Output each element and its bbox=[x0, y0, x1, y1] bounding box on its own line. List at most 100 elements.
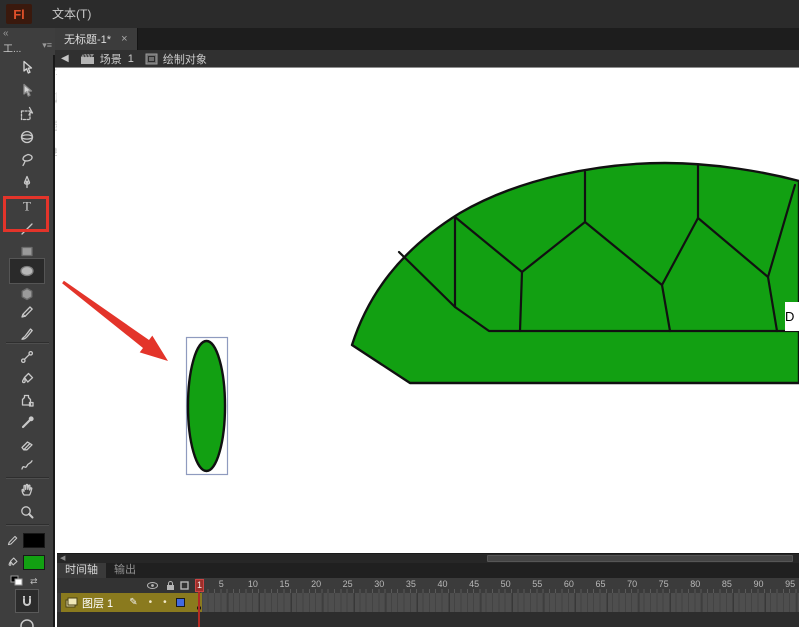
document-tab-title: 无标题-1* bbox=[64, 31, 111, 47]
subselection-arrow-icon bbox=[19, 83, 35, 99]
timeline-layer-row[interactable]: 图层 1 ✎ • • bbox=[57, 593, 799, 612]
clipped-tool-button[interactable] bbox=[19, 614, 35, 627]
horizontal-scrollbar[interactable]: ◀ bbox=[57, 553, 799, 563]
polystar-tool[interactable] bbox=[11, 284, 43, 304]
eraser-tool[interactable] bbox=[11, 435, 43, 455]
menu-bar: Fl 文件(F)编辑(E)视图(V)插入(I)修改(M)文本(T)命令(C)控制… bbox=[0, 0, 799, 28]
swap-colors-icon[interactable]: ⇄ bbox=[30, 576, 38, 587]
svg-text:T: T bbox=[23, 199, 31, 214]
eraser-icon bbox=[19, 437, 35, 453]
selection-tool[interactable] bbox=[11, 58, 43, 78]
stroke-pencil-icon bbox=[6, 534, 19, 547]
rectangle-tool-icon bbox=[19, 243, 35, 259]
drawing-object-icon bbox=[145, 53, 158, 65]
outline-view-icon[interactable] bbox=[179, 580, 190, 591]
layer-label[interactable]: 图层 1 ✎ • • bbox=[61, 593, 196, 612]
edit-bar: ◀ 场景 1 绘制对象 bbox=[55, 50, 799, 68]
text-tool-icon: T bbox=[19, 198, 35, 214]
subselection-tool[interactable] bbox=[11, 81, 43, 101]
layer-frames-strip[interactable] bbox=[196, 593, 799, 612]
hand-tool-icon bbox=[19, 482, 35, 498]
pencil-tool-icon bbox=[19, 304, 35, 320]
ink-bottle-tool[interactable] bbox=[11, 391, 43, 411]
close-tab-icon[interactable]: × bbox=[121, 33, 127, 45]
bone-tool-icon bbox=[19, 349, 35, 365]
timeline-panel: 时间轴 输出 510152025303540455055606570758085… bbox=[57, 563, 799, 627]
oval-tool[interactable] bbox=[9, 258, 45, 284]
panel-menu-icon[interactable]: ▾≡ bbox=[42, 40, 52, 51]
paint-bucket-tool[interactable] bbox=[11, 369, 43, 389]
app-logo: Fl bbox=[6, 4, 32, 24]
3d-rotation-globe-icon bbox=[19, 129, 35, 145]
brush-tool[interactable] bbox=[11, 324, 43, 344]
snap-magnet-icon bbox=[20, 594, 34, 608]
paint-bucket-icon bbox=[19, 371, 35, 387]
annotation-arrow bbox=[62, 281, 168, 361]
oval-tool-icon bbox=[19, 263, 35, 279]
line-tool[interactable] bbox=[11, 219, 43, 239]
layer-outline-color-swatch[interactable] bbox=[176, 598, 185, 607]
collapse-panel-icon[interactable]: « bbox=[3, 28, 9, 39]
menu-item[interactable]: 文本(T) bbox=[42, 0, 105, 28]
scene-clapperboard-icon bbox=[80, 53, 95, 65]
text-tool[interactable]: T bbox=[11, 196, 43, 216]
layer-edit-pencil-icon: ✎ bbox=[129, 597, 137, 608]
stage-canvas[interactable] bbox=[57, 68, 799, 553]
eyedropper-tool[interactable] bbox=[11, 413, 43, 433]
pen-tool[interactable] bbox=[11, 173, 43, 193]
deco-tool[interactable] bbox=[11, 455, 43, 475]
toolbar-divider bbox=[6, 477, 49, 479]
line-tool-icon bbox=[19, 221, 35, 237]
document-tab[interactable]: 无标题-1* × bbox=[55, 28, 138, 50]
lock-icon[interactable] bbox=[165, 580, 176, 591]
breadcrumb-scene-number: 1 bbox=[128, 53, 134, 65]
fill-color-control[interactable] bbox=[6, 553, 50, 571]
black-white-colors-icon[interactable] bbox=[10, 575, 24, 587]
eyedropper-icon bbox=[19, 415, 35, 431]
brush-tool-icon bbox=[19, 326, 35, 342]
timeline-tab-bar: 时间轴 输出 bbox=[57, 563, 799, 578]
free-transform-icon bbox=[19, 106, 35, 122]
toolbar-divider bbox=[6, 342, 49, 344]
playhead-line[interactable] bbox=[198, 592, 200, 627]
free-transform-tool[interactable] bbox=[11, 104, 43, 124]
bone-tool[interactable] bbox=[11, 347, 43, 367]
snap-to-objects-toggle[interactable] bbox=[15, 589, 39, 613]
ink-bottle-icon bbox=[19, 393, 35, 409]
lasso-tool[interactable] bbox=[11, 150, 43, 170]
timeline-frame-ruler[interactable] bbox=[196, 578, 799, 593]
layer-lock-dot[interactable]: • bbox=[163, 597, 167, 608]
clipped-tool-icon bbox=[19, 614, 35, 627]
zoom-tool[interactable] bbox=[11, 502, 43, 522]
stroke-color-control[interactable] bbox=[6, 531, 50, 549]
scrollbar-thumb[interactable] bbox=[487, 555, 793, 562]
scroll-left-arrow-icon[interactable]: ◀ bbox=[60, 554, 65, 563]
breadcrumb-object-label: 绘制对象 bbox=[163, 51, 207, 67]
tab-timeline[interactable]: 时间轴 bbox=[57, 563, 106, 578]
3d-rotation-tool[interactable] bbox=[11, 127, 43, 147]
selection-arrow-icon bbox=[19, 60, 35, 76]
deco-spray-icon bbox=[19, 457, 35, 473]
document-tab-bar: 无标题-1* × bbox=[55, 28, 799, 50]
tab-output[interactable]: 输出 bbox=[106, 563, 144, 578]
stroke-color-swatch[interactable] bbox=[23, 533, 45, 548]
stage-drawing bbox=[57, 68, 799, 553]
flash-application-window: Fl 文件(F)编辑(E)视图(V)插入(I)修改(M)文本(T)命令(C)控制… bbox=[0, 0, 799, 627]
fill-color-swatch[interactable] bbox=[23, 555, 45, 570]
layer-stack-icon bbox=[65, 597, 78, 608]
zoom-magnifier-icon bbox=[19, 504, 35, 520]
tools-panel-header: « 工... ▾≡ bbox=[0, 28, 55, 55]
timeline-empty-area bbox=[57, 612, 799, 627]
lasso-icon bbox=[19, 152, 35, 168]
back-arrow-icon[interactable]: ◀ bbox=[61, 53, 69, 64]
show-hide-eye-icon[interactable] bbox=[147, 580, 158, 591]
layer-visibility-dot[interactable]: • bbox=[149, 597, 153, 608]
color-utility-row: ⇄ bbox=[6, 572, 50, 590]
pen-nib-icon bbox=[19, 175, 35, 191]
pencil-tool[interactable] bbox=[11, 302, 43, 322]
drawn-ellipse-selection bbox=[187, 338, 228, 475]
breadcrumb-scene-label[interactable]: 场景 bbox=[100, 51, 122, 67]
layer-name[interactable]: 图层 1 bbox=[82, 595, 113, 611]
hand-tool[interactable] bbox=[11, 480, 43, 500]
playhead-frame-indicator[interactable]: 1 bbox=[195, 579, 204, 592]
